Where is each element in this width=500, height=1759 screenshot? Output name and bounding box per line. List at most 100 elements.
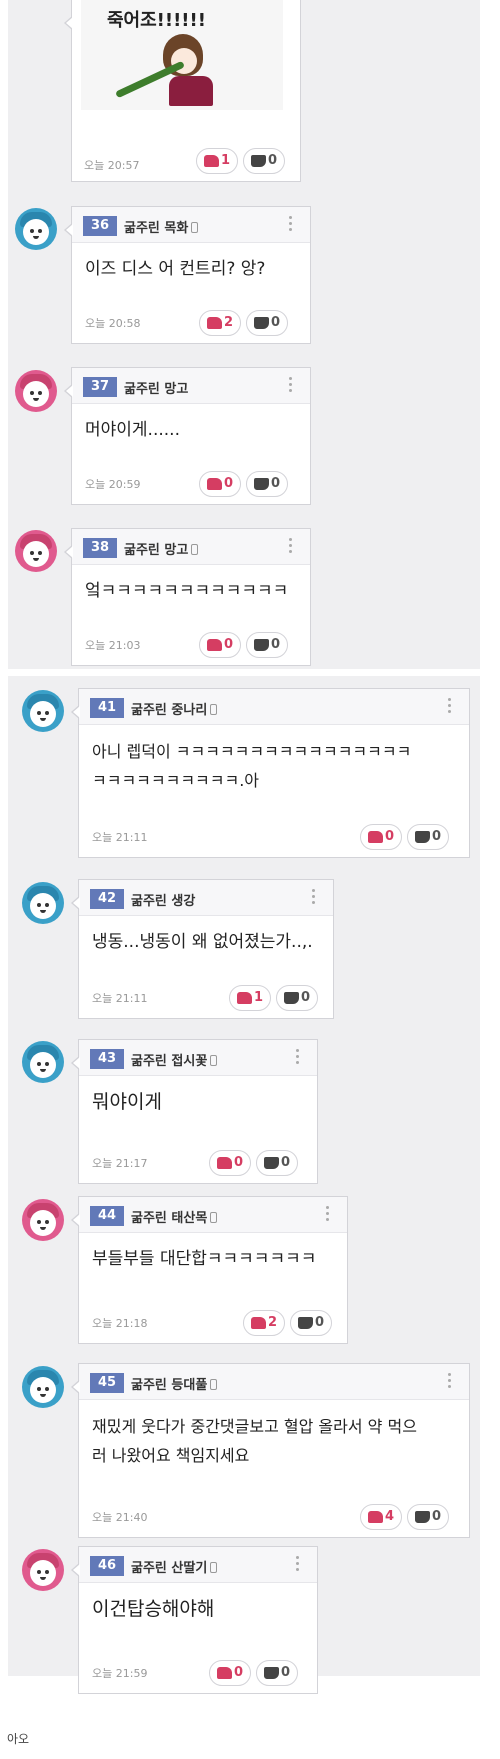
like-button[interactable]: 0 — [199, 471, 241, 497]
like-button[interactable]: 0 — [209, 1150, 251, 1176]
dislike-count: 0 — [271, 476, 281, 491]
like-count: 0 — [234, 1155, 244, 1170]
like-button[interactable]: 4 — [360, 1504, 402, 1530]
dislike-button[interactable]: 0 — [290, 1310, 332, 1336]
dislike-button[interactable]: 0 — [246, 471, 288, 497]
comment-number-badge: 42 — [90, 889, 124, 909]
like-count: 0 — [224, 637, 234, 652]
comment-time: 오늘 21:11 — [92, 992, 148, 1005]
comment-card: 44 굶주린 태산목 부들부들 대단합ㅋㅋㅋㅋㅋㅋㅋ 오늘 21:18 2 0 — [71, 1196, 348, 1344]
comment-number-badge: 36 — [83, 216, 117, 236]
dislike-button[interactable]: 0 — [256, 1660, 298, 1686]
dislike-button[interactable]: 0 — [256, 1150, 298, 1176]
thumbs-up-icon — [207, 317, 222, 329]
like-count: 2 — [268, 1315, 278, 1330]
comment-number-badge: 44 — [90, 1206, 124, 1226]
comment-number-badge: 46 — [90, 1556, 124, 1576]
comment-card: 41 굶주린 중나리 아니 렙덕이 ㅋㅋㅋㅋㅋㅋㅋㅋㅋㅋㅋㅋㅋㅋㅋㅋ ㅋㅋㅋㅋㅋ… — [71, 688, 470, 858]
mobile-phone-icon — [191, 222, 199, 233]
like-count: 0 — [234, 1665, 244, 1680]
like-button[interactable]: 0 — [360, 824, 402, 850]
more-vertical-icon[interactable] — [312, 888, 315, 906]
more-vertical-icon[interactable] — [326, 1205, 329, 1223]
avatar[interactable] — [15, 530, 57, 572]
dislike-count: 0 — [315, 1315, 325, 1330]
like-button[interactable]: 2 — [243, 1310, 285, 1336]
comment-body: 엌ㅋㅋㅋㅋㅋㅋㅋㅋㅋㅋㅋㅋ — [85, 581, 289, 601]
like-count: 0 — [224, 476, 234, 491]
thumbs-down-icon — [284, 992, 299, 1004]
like-count: 2 — [224, 315, 234, 330]
comment-time: 오늘 21:03 — [85, 639, 141, 652]
thumbs-down-icon — [254, 478, 269, 490]
comment-card: 36 굶주린 목화 이즈 디스 어 컨트리? 앙? 오늘 20:58 2 0 — [64, 206, 311, 344]
like-button[interactable]: 2 — [199, 310, 241, 336]
dislike-button[interactable]: 0 — [246, 310, 288, 336]
comment-panel-top: 죽어조!!!!!! 오늘 20:57 1 0 36 굶주린 목화 이즈 디스 어… — [8, 0, 480, 669]
comment-time: 오늘 21:17 — [92, 1157, 148, 1170]
more-vertical-icon[interactable] — [448, 1372, 451, 1390]
comment-number-badge: 37 — [83, 377, 117, 397]
dislike-count: 0 — [281, 1155, 291, 1170]
thumbs-down-icon — [254, 317, 269, 329]
comment-time: 오늘 20:57 — [84, 159, 140, 172]
avatar[interactable] — [22, 882, 64, 924]
dislike-count: 0 — [432, 1509, 442, 1524]
thumbs-down-icon — [415, 1511, 430, 1523]
avatar[interactable] — [22, 1549, 64, 1591]
comment-time: 오늘 21:11 — [92, 831, 148, 844]
dislike-count: 0 — [271, 637, 281, 652]
more-vertical-icon[interactable] — [289, 537, 292, 555]
dislike-count: 0 — [281, 1665, 291, 1680]
dislike-button[interactable]: 0 — [407, 1504, 449, 1530]
comment-author[interactable]: 굶주린 태산목 — [131, 1207, 218, 1226]
comment-author[interactable]: 굶주린 생강 — [131, 890, 195, 909]
avatar[interactable] — [15, 208, 57, 250]
comment-header: 37 굶주린 망고 — [72, 368, 310, 404]
dislike-count: 0 — [301, 990, 311, 1005]
thumbs-down-icon — [298, 1317, 313, 1329]
comment-card: 43 굶주린 접시꽃 뭐야이게 오늘 21:17 0 0 — [71, 1039, 318, 1184]
comment-card: 46 굶주린 산딸기 이건탑승해야해 오늘 21:59 0 0 — [71, 1546, 318, 1694]
thumbs-up-icon — [204, 155, 219, 167]
avatar[interactable] — [22, 690, 64, 732]
comment-header: 38 굶주린 망고 — [72, 529, 310, 565]
thumbs-down-icon — [264, 1667, 279, 1679]
thumbs-up-icon — [207, 639, 222, 651]
sticker-text: 죽어조!!!!!! — [107, 10, 206, 31]
avatar[interactable] — [22, 1366, 64, 1408]
avatar[interactable] — [22, 1041, 64, 1083]
comment-author[interactable]: 굶주린 산딸기 — [131, 1557, 218, 1576]
dislike-button[interactable]: 0 — [246, 632, 288, 658]
comment-body: 뭐야이게 — [92, 1091, 162, 1113]
comment-author[interactable]: 굶주린 등대풀 — [131, 1374, 218, 1393]
comment-header: 43 굶주린 접시꽃 — [79, 1040, 317, 1076]
thumbs-up-icon — [251, 1317, 266, 1329]
dislike-button[interactable]: 0 — [243, 148, 285, 174]
more-vertical-icon[interactable] — [289, 215, 292, 233]
comment-author[interactable]: 굶주린 접시꽃 — [131, 1050, 218, 1069]
mobile-phone-icon — [210, 1379, 218, 1390]
avatar[interactable] — [15, 370, 57, 412]
like-button[interactable]: 1 — [196, 148, 238, 174]
more-vertical-icon[interactable] — [448, 697, 451, 715]
like-button[interactable]: 1 — [229, 985, 271, 1011]
like-button[interactable]: 0 — [209, 1660, 251, 1686]
thumbs-up-icon — [217, 1667, 232, 1679]
like-button[interactable]: 0 — [199, 632, 241, 658]
dislike-button[interactable]: 0 — [276, 985, 318, 1011]
dislike-button[interactable]: 0 — [407, 824, 449, 850]
comment-author[interactable]: 굶주린 목화 — [124, 217, 199, 236]
like-count: 1 — [221, 153, 231, 168]
more-vertical-icon[interactable] — [296, 1555, 299, 1573]
comment-body: 머야이게...... — [85, 420, 180, 440]
dislike-count: 0 — [268, 153, 278, 168]
comment-author[interactable]: 굶주린 중나리 — [131, 699, 218, 718]
more-vertical-icon[interactable] — [296, 1048, 299, 1066]
comment-author[interactable]: 굶주린 망고 — [124, 539, 199, 558]
comment-author[interactable]: 굶주린 망고 — [124, 378, 188, 397]
more-vertical-icon[interactable] — [289, 376, 292, 394]
avatar[interactable] — [22, 1199, 64, 1241]
comment-header: 36 굶주린 목화 — [72, 207, 310, 243]
comment-header: 42 굶주린 생강 — [79, 880, 333, 916]
